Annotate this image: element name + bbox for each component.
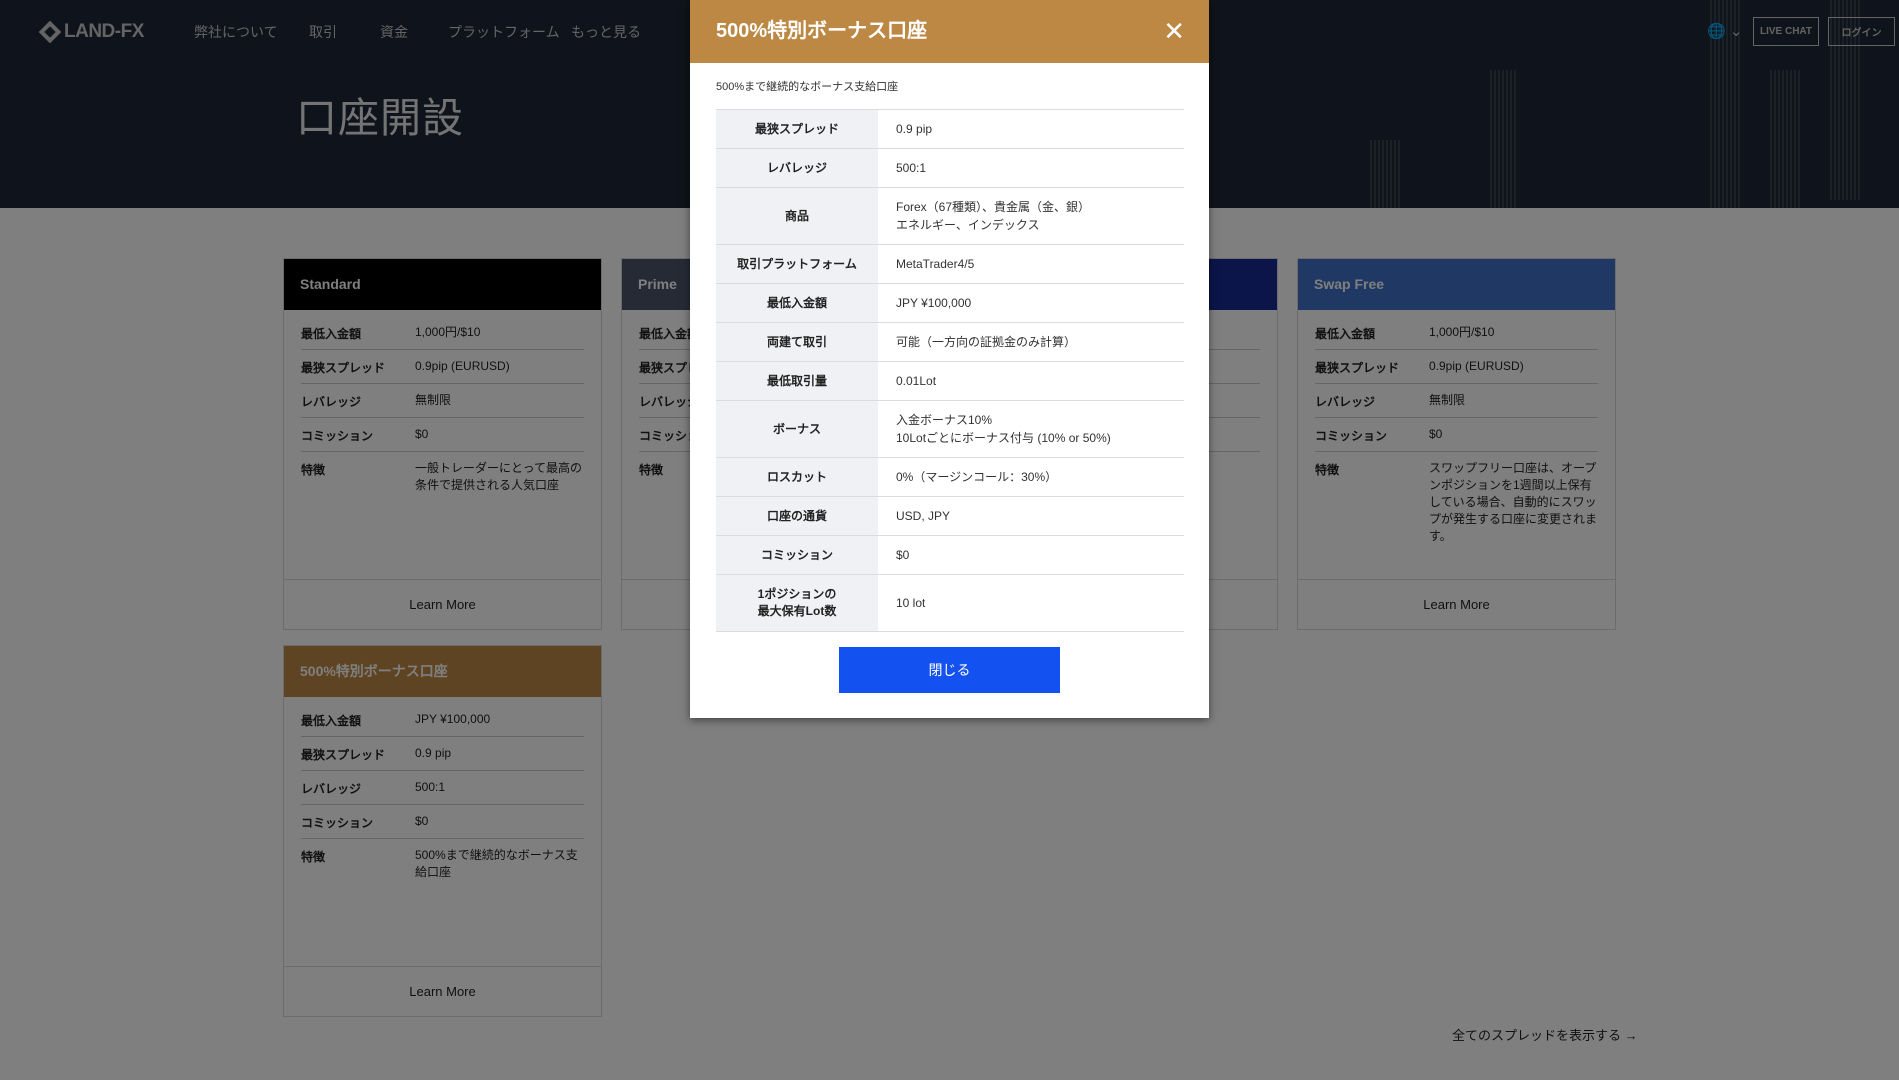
modal-subtitle: 500%まで継続的なボーナス支給口座 bbox=[716, 81, 899, 93]
spec-value: MetaTrader4/5 bbox=[878, 244, 1184, 284]
spec-label: レバレッジ bbox=[716, 148, 878, 188]
spec-value: 0%（マージンコール：30%） bbox=[878, 457, 1184, 497]
modal-spec-table: 最狭スプレッド 0.9 pip レバレッジ 500:1 商品 Forex（67種類）、貴金… bbox=[716, 109, 1184, 632]
spec-row: ボーナス 入金ボーナス10% 10Lotごとにボーナス付与 (10% or 50%… bbox=[716, 400, 1184, 458]
spec-label: 最低入金額 bbox=[716, 283, 878, 323]
spec-row: 最低取引量 0.01Lot bbox=[716, 361, 1184, 401]
spec-row: 商品 Forex（67種類）、貴金属（金、銀） エネルギー、インデックス bbox=[716, 187, 1184, 245]
spec-value: USD, JPY bbox=[878, 496, 1184, 536]
spec-value: 10 lot bbox=[878, 574, 1184, 632]
spec-row: コミッション $0 bbox=[716, 535, 1184, 575]
spec-value: Forex（67種類）、貴金属（金、銀） エネルギー、インデックス bbox=[878, 187, 1184, 245]
spec-row: 両建て取引 可能（一方向の証拠金のみ計算） bbox=[716, 322, 1184, 362]
modal-title: 500%特別ボーナス口座 bbox=[716, 20, 928, 42]
spec-value: 可能（一方向の証拠金のみ計算） bbox=[878, 322, 1184, 362]
spec-value: JPY ¥100,000 bbox=[878, 283, 1184, 323]
spec-row: 口座の通貨 USD, JPY bbox=[716, 496, 1184, 536]
spec-label: 最狭スプレッド bbox=[716, 109, 878, 149]
account-detail-modal: 500%特別ボーナス口座 ✕ 500%まで継続的なボーナス支給口座 最狭スプレッ… bbox=[690, 0, 1209, 718]
spec-label: 口座の通貨 bbox=[716, 496, 878, 536]
close-button[interactable]: 閉じる bbox=[839, 647, 1060, 693]
spec-label: 最低取引量 bbox=[716, 361, 878, 401]
spec-value: 0.9 pip bbox=[878, 109, 1184, 149]
spec-value: 入金ボーナス10% 10Lotごとにボーナス付与 (10% or 50%) bbox=[878, 400, 1184, 458]
spec-row: ロスカット 0%（マージンコール：30%） bbox=[716, 457, 1184, 497]
spec-value: 500:1 bbox=[878, 148, 1184, 188]
spec-value: 0.01Lot bbox=[878, 361, 1184, 401]
spec-label: 1ポジションの 最大保有Lot数 bbox=[716, 574, 878, 632]
spec-label: 取引プラットフォーム bbox=[716, 244, 878, 284]
spec-row: 最狭スプレッド 0.9 pip bbox=[716, 109, 1184, 149]
spec-label: コミッション bbox=[716, 535, 878, 575]
spec-row: レバレッジ 500:1 bbox=[716, 148, 1184, 188]
spec-row: 1ポジションの 最大保有Lot数 10 lot bbox=[716, 574, 1184, 632]
spec-label: 商品 bbox=[716, 187, 878, 245]
spec-label: ロスカット bbox=[716, 457, 878, 497]
spec-row: 最低入金額 JPY ¥100,000 bbox=[716, 283, 1184, 323]
spec-value: $0 bbox=[878, 535, 1184, 575]
close-icon[interactable]: ✕ bbox=[1163, 0, 1185, 63]
spec-label: 両建て取引 bbox=[716, 322, 878, 362]
spec-label: ボーナス bbox=[716, 400, 878, 458]
spec-row: 取引プラットフォーム MetaTrader4/5 bbox=[716, 244, 1184, 284]
modal-header: 500%特別ボーナス口座 ✕ bbox=[690, 0, 1209, 63]
